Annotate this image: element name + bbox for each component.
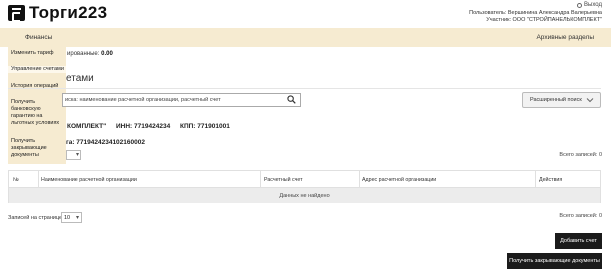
divider	[8, 88, 601, 89]
advanced-search-label: Расширенный поиск	[530, 97, 582, 103]
menu-item-text-line: гарантию на	[11, 113, 43, 119]
blocked-funds-value: 0.00	[101, 51, 113, 57]
top-select[interactable]	[66, 150, 81, 160]
per-page-label: Записей на странице:	[8, 215, 64, 221]
blocked-funds-label: ированные:	[67, 51, 100, 57]
column-divider	[359, 171, 360, 187]
company-kpp: КПП: 771901001	[180, 123, 230, 130]
total-records-bottom: Всего записей: 0	[559, 213, 602, 219]
search-input-text: иска: наименование расчетной организации…	[65, 97, 221, 103]
menu-item-text-line: документы	[11, 152, 39, 158]
per-page-value: 10	[64, 215, 71, 221]
empty-message: Данных не найдено	[279, 193, 330, 199]
power-icon	[577, 2, 583, 8]
logo-text: Торги223	[29, 3, 108, 22]
column-header-actions: Действия	[539, 177, 563, 183]
finance-dropdown-menu: Изменить тариф Управление счетами Истори…	[8, 47, 66, 164]
per-page-select[interactable]: 10	[61, 212, 82, 223]
search-icon[interactable]	[287, 95, 296, 104]
logo[interactable]: Торги223	[8, 3, 108, 22]
menu-item-change-tariff[interactable]: Изменить тариф	[11, 50, 54, 57]
table-row-empty: Данных не найдено	[9, 187, 600, 203]
company-ogrn: га: 7719424234102160002	[66, 139, 145, 146]
menu-item-text-line: льготных условиях	[11, 120, 60, 126]
menu-item-manage-accounts[interactable]: Управление счетами	[8, 66, 66, 73]
nav-archive[interactable]: Архивные разделы	[536, 34, 594, 41]
accounts-table: № Наименование расчетной организации Рас…	[8, 170, 601, 203]
current-user: Пользователь: Вершинина Александра Валер…	[469, 10, 602, 16]
menu-item-text-line: Получить	[11, 99, 36, 105]
company-name: КОМПЛЕКТ"	[67, 123, 107, 130]
page-title: етами	[66, 73, 94, 84]
company-info: КОМПЛЕКТ" ИНН: 7719424234 КПП: 771901001	[67, 123, 238, 130]
column-header-org-address: Адрес расчетной организации	[362, 177, 437, 183]
exit-link[interactable]: Выход	[577, 2, 602, 8]
get-closing-docs-button[interactable]: Получить закрывающие документы	[507, 253, 602, 269]
column-header-number: №	[13, 177, 19, 183]
column-header-account: Расчетный счет	[264, 177, 303, 183]
menu-item-text-line: банковскую	[11, 106, 41, 112]
add-account-button[interactable]: Добавить счет	[555, 233, 602, 249]
blocked-funds: ированные: 0.00	[67, 51, 113, 57]
column-divider	[535, 171, 536, 187]
current-participant: Участник: ООО "СТРОЙПАНЕЛЬКОМПЛЕКТ"	[486, 17, 602, 23]
chevron-down-icon	[586, 98, 594, 103]
menu-item-text-line: закрывающие	[11, 145, 47, 151]
column-header-org-name: Наименование расчетной организации	[41, 177, 137, 183]
column-divider	[38, 171, 39, 187]
nav-finance[interactable]: Финансы	[25, 34, 52, 41]
column-divider	[260, 171, 261, 187]
exit-label: Выход	[584, 2, 602, 8]
total-records-top: Всего записей: 0	[559, 152, 602, 158]
advanced-search-button[interactable]: Расширенный поиск	[522, 92, 601, 108]
logo-mark-icon	[8, 4, 25, 22]
main-nav: Финансы Архивные разделы	[0, 28, 611, 47]
company-inn: ИНН: 7719424234	[116, 123, 171, 130]
menu-item-text-line: Получить	[11, 138, 36, 144]
search-input[interactable]: иска: наименование расчетной организации…	[62, 93, 301, 107]
